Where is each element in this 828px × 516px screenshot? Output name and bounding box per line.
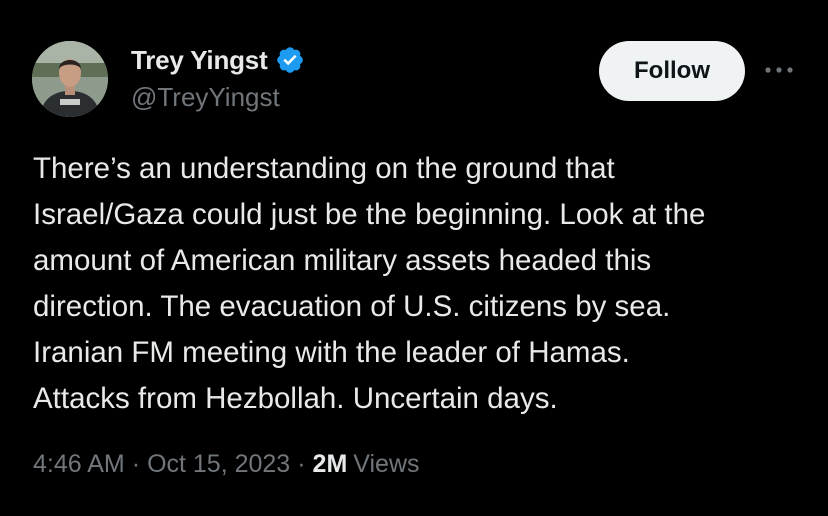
follow-button[interactable]: Follow: [599, 41, 745, 101]
tweet-text: There’s an understanding on the ground t…: [33, 152, 706, 415]
metadata-separator: ·: [131, 450, 141, 478]
author-handle[interactable]: @TreyYingst: [131, 82, 280, 113]
tweet-metadata: 4:46 AM · Oct 15, 2023 · 2M Views: [33, 450, 420, 479]
author-name-row: Trey Yingst: [131, 44, 305, 76]
tweet-card: Trey Yingst @TreyYingst Follow There’s a…: [0, 0, 828, 516]
metadata-separator: ·: [297, 450, 306, 478]
verified-badge-icon: [275, 45, 305, 75]
views-count[interactable]: 2M: [313, 450, 348, 479]
avatar-photo: [32, 41, 108, 117]
more-options-icon[interactable]: [762, 58, 796, 82]
author-display-name[interactable]: Trey Yingst: [131, 45, 268, 76]
tweet-date[interactable]: Oct 15, 2023: [147, 450, 290, 479]
tweet-time[interactable]: 4:46 AM: [33, 450, 125, 479]
views-label: Views: [353, 450, 420, 478]
avatar[interactable]: [32, 41, 108, 117]
